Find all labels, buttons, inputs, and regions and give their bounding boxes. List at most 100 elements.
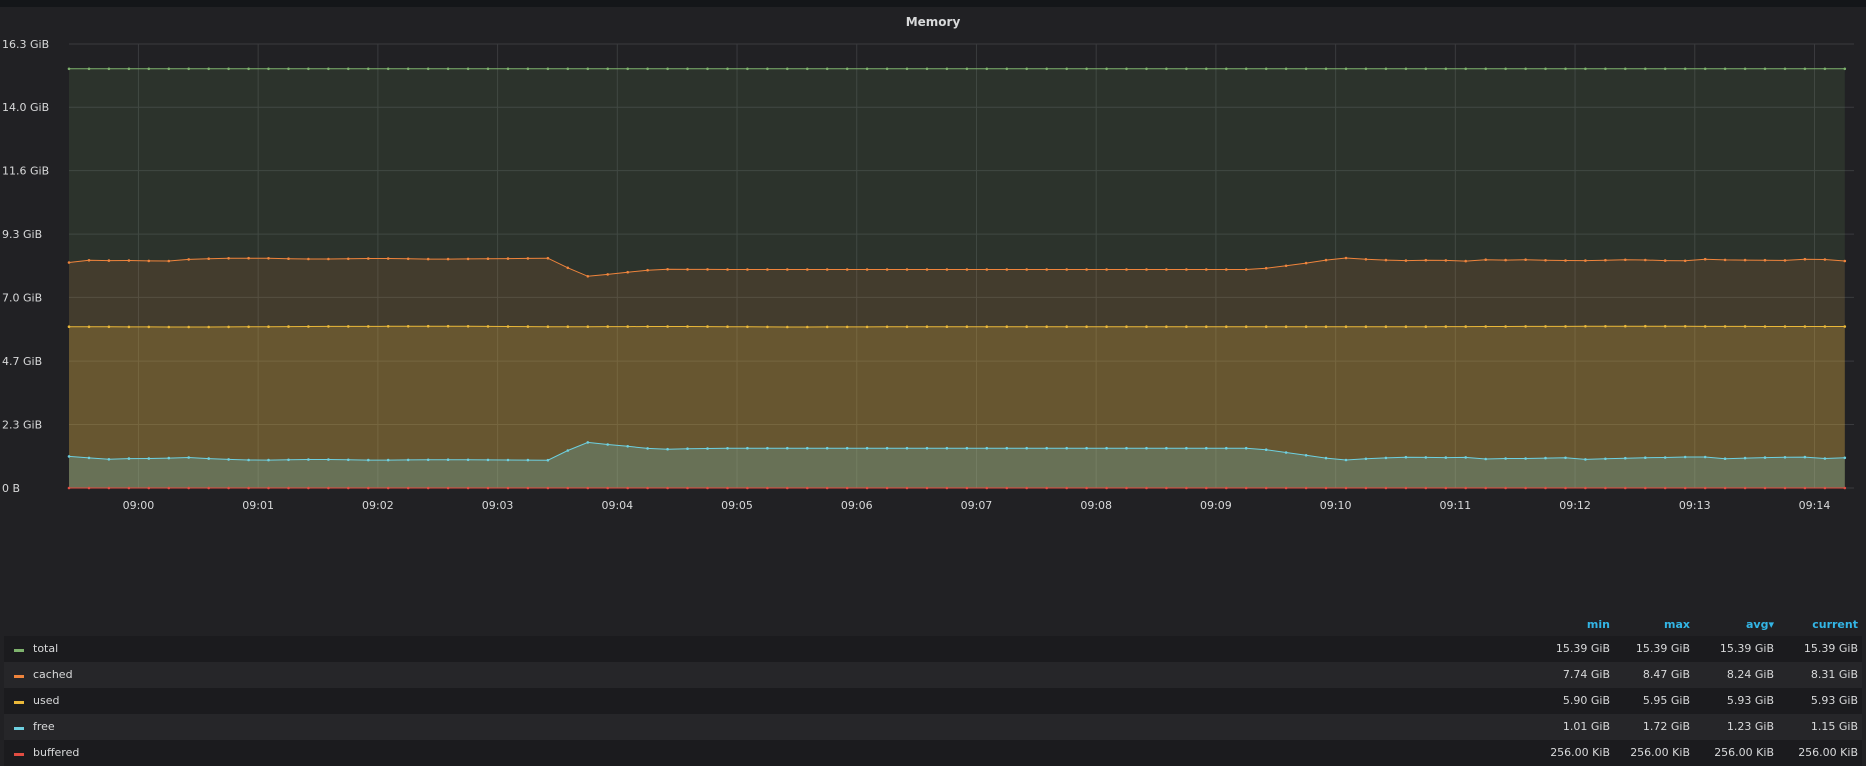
- series-point-free: [686, 447, 689, 451]
- series-point-total: [1743, 67, 1747, 71]
- series-point-total: [1624, 67, 1627, 71]
- series-point-total: [1843, 67, 1847, 71]
- series-point-buffered: [386, 486, 390, 490]
- series-point-total: [506, 67, 510, 71]
- series-point-free: [706, 447, 709, 450]
- series-point-used: [1803, 325, 1807, 328]
- series-point-cached: [606, 273, 609, 276]
- series-point-free: [1763, 456, 1767, 459]
- series-point-cached: [1304, 261, 1308, 265]
- legend-row-free[interactable]: free 1.01 GiB 1.72 GiB 1.23 GiB 1.15 GiB: [4, 714, 1862, 740]
- series-point-total: [825, 67, 829, 71]
- series-point-free: [1604, 457, 1607, 461]
- series-point-buffered: [1584, 486, 1587, 490]
- series-point-total: [1703, 67, 1707, 71]
- series-point-free: [1444, 456, 1448, 459]
- series-point-buffered: [1344, 486, 1348, 490]
- series-point-cached: [1464, 259, 1467, 263]
- series-point-total: [187, 67, 190, 71]
- series-point-used: [766, 325, 769, 329]
- series-point-total: [905, 67, 909, 71]
- series-point-free: [247, 458, 250, 462]
- series-point-buffered: [646, 486, 649, 490]
- series-point-used: [426, 324, 430, 328]
- series-point-cached: [506, 257, 510, 260]
- x-tick-label: 09:07: [961, 499, 993, 512]
- series-point-total: [267, 67, 270, 71]
- series-point-buffered: [1244, 486, 1248, 490]
- series-point-cached: [1783, 259, 1787, 262]
- series-point-cached: [1065, 268, 1068, 271]
- series-point-total: [1205, 67, 1208, 71]
- legend-swatch[interactable]: [14, 649, 24, 652]
- legend-swatch[interactable]: [14, 701, 24, 704]
- series-point-cached: [1105, 268, 1108, 271]
- series-point-used: [327, 325, 330, 328]
- legend-series-name[interactable]: total: [33, 642, 58, 655]
- series-point-cached: [1244, 268, 1248, 271]
- series-point-free: [167, 456, 171, 460]
- series-point-cached: [1264, 266, 1268, 270]
- series-point-buffered: [1683, 486, 1687, 490]
- series-point-free: [1324, 456, 1328, 460]
- series-point-total: [1105, 67, 1108, 71]
- series-point-used: [1524, 325, 1527, 328]
- series-point-total: [1464, 67, 1467, 71]
- series-point-buffered: [666, 486, 669, 490]
- series-point-total: [806, 67, 809, 71]
- series-point-free: [1564, 456, 1567, 460]
- memory-chart[interactable]: 0 B 2.3 GiB 4.7 GiB 7.0 GiB 9.3 GiB 11.6 GiB 1…: [0, 7, 1866, 607]
- legend-swatch[interactable]: [14, 753, 24, 756]
- series-point-used: [646, 325, 649, 328]
- legend-value-current: 15.39 GiB: [1803, 642, 1858, 655]
- series-point-used: [1324, 325, 1328, 329]
- legend-header-current[interactable]: current: [1812, 618, 1858, 631]
- series-point-free: [726, 447, 729, 450]
- series-point-total: [1225, 67, 1228, 71]
- legend-row-used[interactable]: used 5.90 GiB 5.95 GiB 5.93 GiB 5.93 GiB: [4, 688, 1862, 714]
- legend-series-name[interactable]: cached: [33, 668, 73, 681]
- series-point-used: [1244, 325, 1248, 329]
- series-point-used: [905, 325, 909, 329]
- legend-row-total[interactable]: total 15.39 GiB 15.39 GiB 15.39 GiB 15.39 Gi…: [4, 636, 1862, 662]
- series-point-buffered: [347, 486, 350, 490]
- series-point-buffered: [147, 486, 151, 490]
- series-point-buffered: [1284, 486, 1288, 490]
- series-point-buffered: [1264, 486, 1268, 490]
- series-point-used: [1185, 325, 1188, 329]
- legend-header-avg[interactable]: avg▾: [1746, 618, 1774, 631]
- series-point-free: [965, 446, 969, 450]
- series-point-used: [1763, 325, 1767, 328]
- series-point-total: [1584, 67, 1587, 71]
- legend-series-name[interactable]: buffered: [33, 746, 79, 759]
- legend-swatch[interactable]: [14, 727, 24, 730]
- series-point-cached: [367, 257, 370, 260]
- legend-value-current: 256.00 KiB: [1798, 746, 1858, 759]
- series-point-total: [1564, 67, 1567, 71]
- series-point-free: [1464, 456, 1467, 459]
- legend-series-name[interactable]: used: [33, 694, 59, 707]
- series-point-total: [566, 67, 570, 71]
- series-point-cached: [1703, 257, 1707, 261]
- series-point-buffered: [1404, 486, 1408, 490]
- series-point-buffered: [1843, 486, 1847, 490]
- series-point-free: [1364, 457, 1368, 461]
- series-point-used: [526, 325, 530, 328]
- series-point-free: [1524, 457, 1527, 460]
- legend-row-cached[interactable]: cached 7.74 GiB 8.47 GiB 8.24 GiB 8.31 GiB: [4, 662, 1862, 688]
- series-point-buffered: [925, 486, 929, 490]
- legend-header-min[interactable]: min: [1587, 618, 1610, 631]
- series-point-buffered: [1065, 486, 1068, 490]
- series-point-cached: [965, 268, 969, 271]
- series-point-free: [1404, 455, 1408, 459]
- series-point-total: [1444, 67, 1448, 71]
- legend-swatch[interactable]: [14, 675, 24, 678]
- series-point-total: [1185, 67, 1188, 71]
- series-point-used: [1584, 325, 1587, 328]
- legend-row-buffered[interactable]: buffered 256.00 KiB 256.00 KiB 256.00 KiB 25…: [4, 740, 1862, 766]
- series-point-buffered: [586, 486, 590, 490]
- series-point-total: [1424, 67, 1428, 71]
- legend-series-name[interactable]: free: [33, 720, 55, 733]
- series-point-total: [1145, 67, 1148, 71]
- legend-header-max[interactable]: max: [1664, 618, 1690, 631]
